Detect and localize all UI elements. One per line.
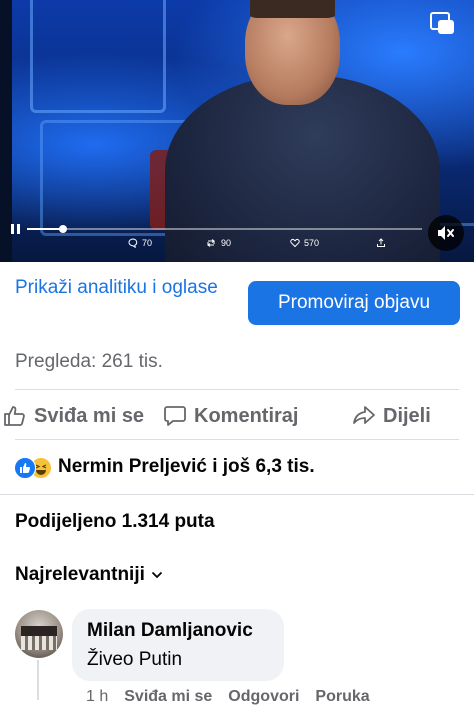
like-label: Sviđa mi se: [34, 404, 145, 427]
repost-icon: [207, 239, 215, 247]
heart-icon: [290, 238, 300, 248]
share-icon: [377, 238, 385, 247]
comment-sort-dropdown[interactable]: Najrelevantniji: [15, 564, 163, 586]
picture-in-picture-icon[interactable]: [430, 12, 456, 36]
video-player[interactable]: 70 90 570: [0, 0, 474, 262]
comment-button[interactable]: Komentiraj: [163, 402, 298, 430]
thumbs-up-icon: [4, 406, 25, 426]
comment-message-link[interactable]: Poruka: [315, 688, 369, 706]
divider: [15, 439, 459, 440]
like-reaction-thumb: [20, 463, 31, 473]
video-progress-fill: [27, 228, 63, 230]
comment-icon: [164, 406, 186, 426]
show-analytics-link[interactable]: Prikaži analitiku i oglase: [15, 273, 235, 303]
video-like-count: 570: [304, 238, 320, 248]
pause-icon[interactable]: [11, 224, 20, 234]
chevron-down-icon: [151, 571, 163, 579]
video-backdrop-panel: [30, 0, 166, 113]
video-repost-stat: 90: [206, 238, 231, 248]
comment-bubble-icon: [128, 238, 138, 248]
pause-bar: [11, 224, 14, 234]
pause-bar: [17, 224, 20, 234]
divider: [15, 389, 459, 390]
reactions-summary[interactable]: Nermin Preljević i još 6,3 tis.: [14, 454, 315, 480]
video-stats: 70 90 570: [120, 238, 420, 256]
comment-bubble[interactable]: Milan Damljanovic Živeo Putin: [72, 609, 284, 681]
person-hair: [250, 0, 335, 18]
pip-front-shape: [438, 20, 454, 34]
like-reaction-icon: [14, 457, 36, 479]
reaction-icons: [14, 456, 52, 479]
comment-reply-link[interactable]: Odgovori: [228, 688, 299, 706]
mute-button[interactable]: [428, 215, 464, 251]
video-share-stat[interactable]: [376, 238, 386, 248]
share-label: Dijeli: [383, 404, 431, 427]
video-progress-bar[interactable]: [27, 225, 422, 233]
speaker-muted-icon: [438, 226, 454, 240]
avatar-roof: [21, 626, 57, 636]
video-repost-count: 90: [221, 238, 232, 248]
share-button[interactable]: Dijeli: [352, 402, 431, 430]
comment-timestamp: 1 h: [86, 688, 109, 705]
like-button[interactable]: Sviđa mi se: [3, 402, 144, 430]
comment-meta: 1 h Sviđa mi se Odgovori Poruka: [86, 688, 370, 706]
sort-label: Najrelevantniji: [15, 564, 145, 585]
video-comment-count: 70: [142, 238, 153, 248]
avatar-columns: [21, 636, 57, 650]
shares-count[interactable]: Podijeljeno 1.314 puta: [15, 511, 215, 533]
section-divider: [0, 494, 474, 495]
comment-like-link[interactable]: Sviđa mi se: [124, 688, 212, 706]
video-progress-thumb[interactable]: [58, 225, 67, 233]
share-arrow-icon: [353, 406, 375, 424]
view-count: Pregleda: 261 tis.: [15, 351, 163, 372]
video-comment-stat: 70: [128, 238, 152, 248]
comment-author[interactable]: Milan Damljanovic: [87, 620, 253, 642]
comment-text: Živeo Putin: [87, 649, 183, 670]
comment-label: Komentiraj: [194, 404, 299, 427]
comment-thread-line: [37, 660, 39, 700]
video-frame-person: [150, 0, 440, 262]
video-like-stat: 570: [290, 238, 319, 248]
reactions-text: Nermin Preljević i još 6,3 tis.: [58, 456, 315, 477]
promote-post-button[interactable]: Promoviraj objavu: [248, 281, 460, 325]
commenter-avatar[interactable]: [15, 610, 63, 658]
video-edge: [0, 0, 12, 262]
